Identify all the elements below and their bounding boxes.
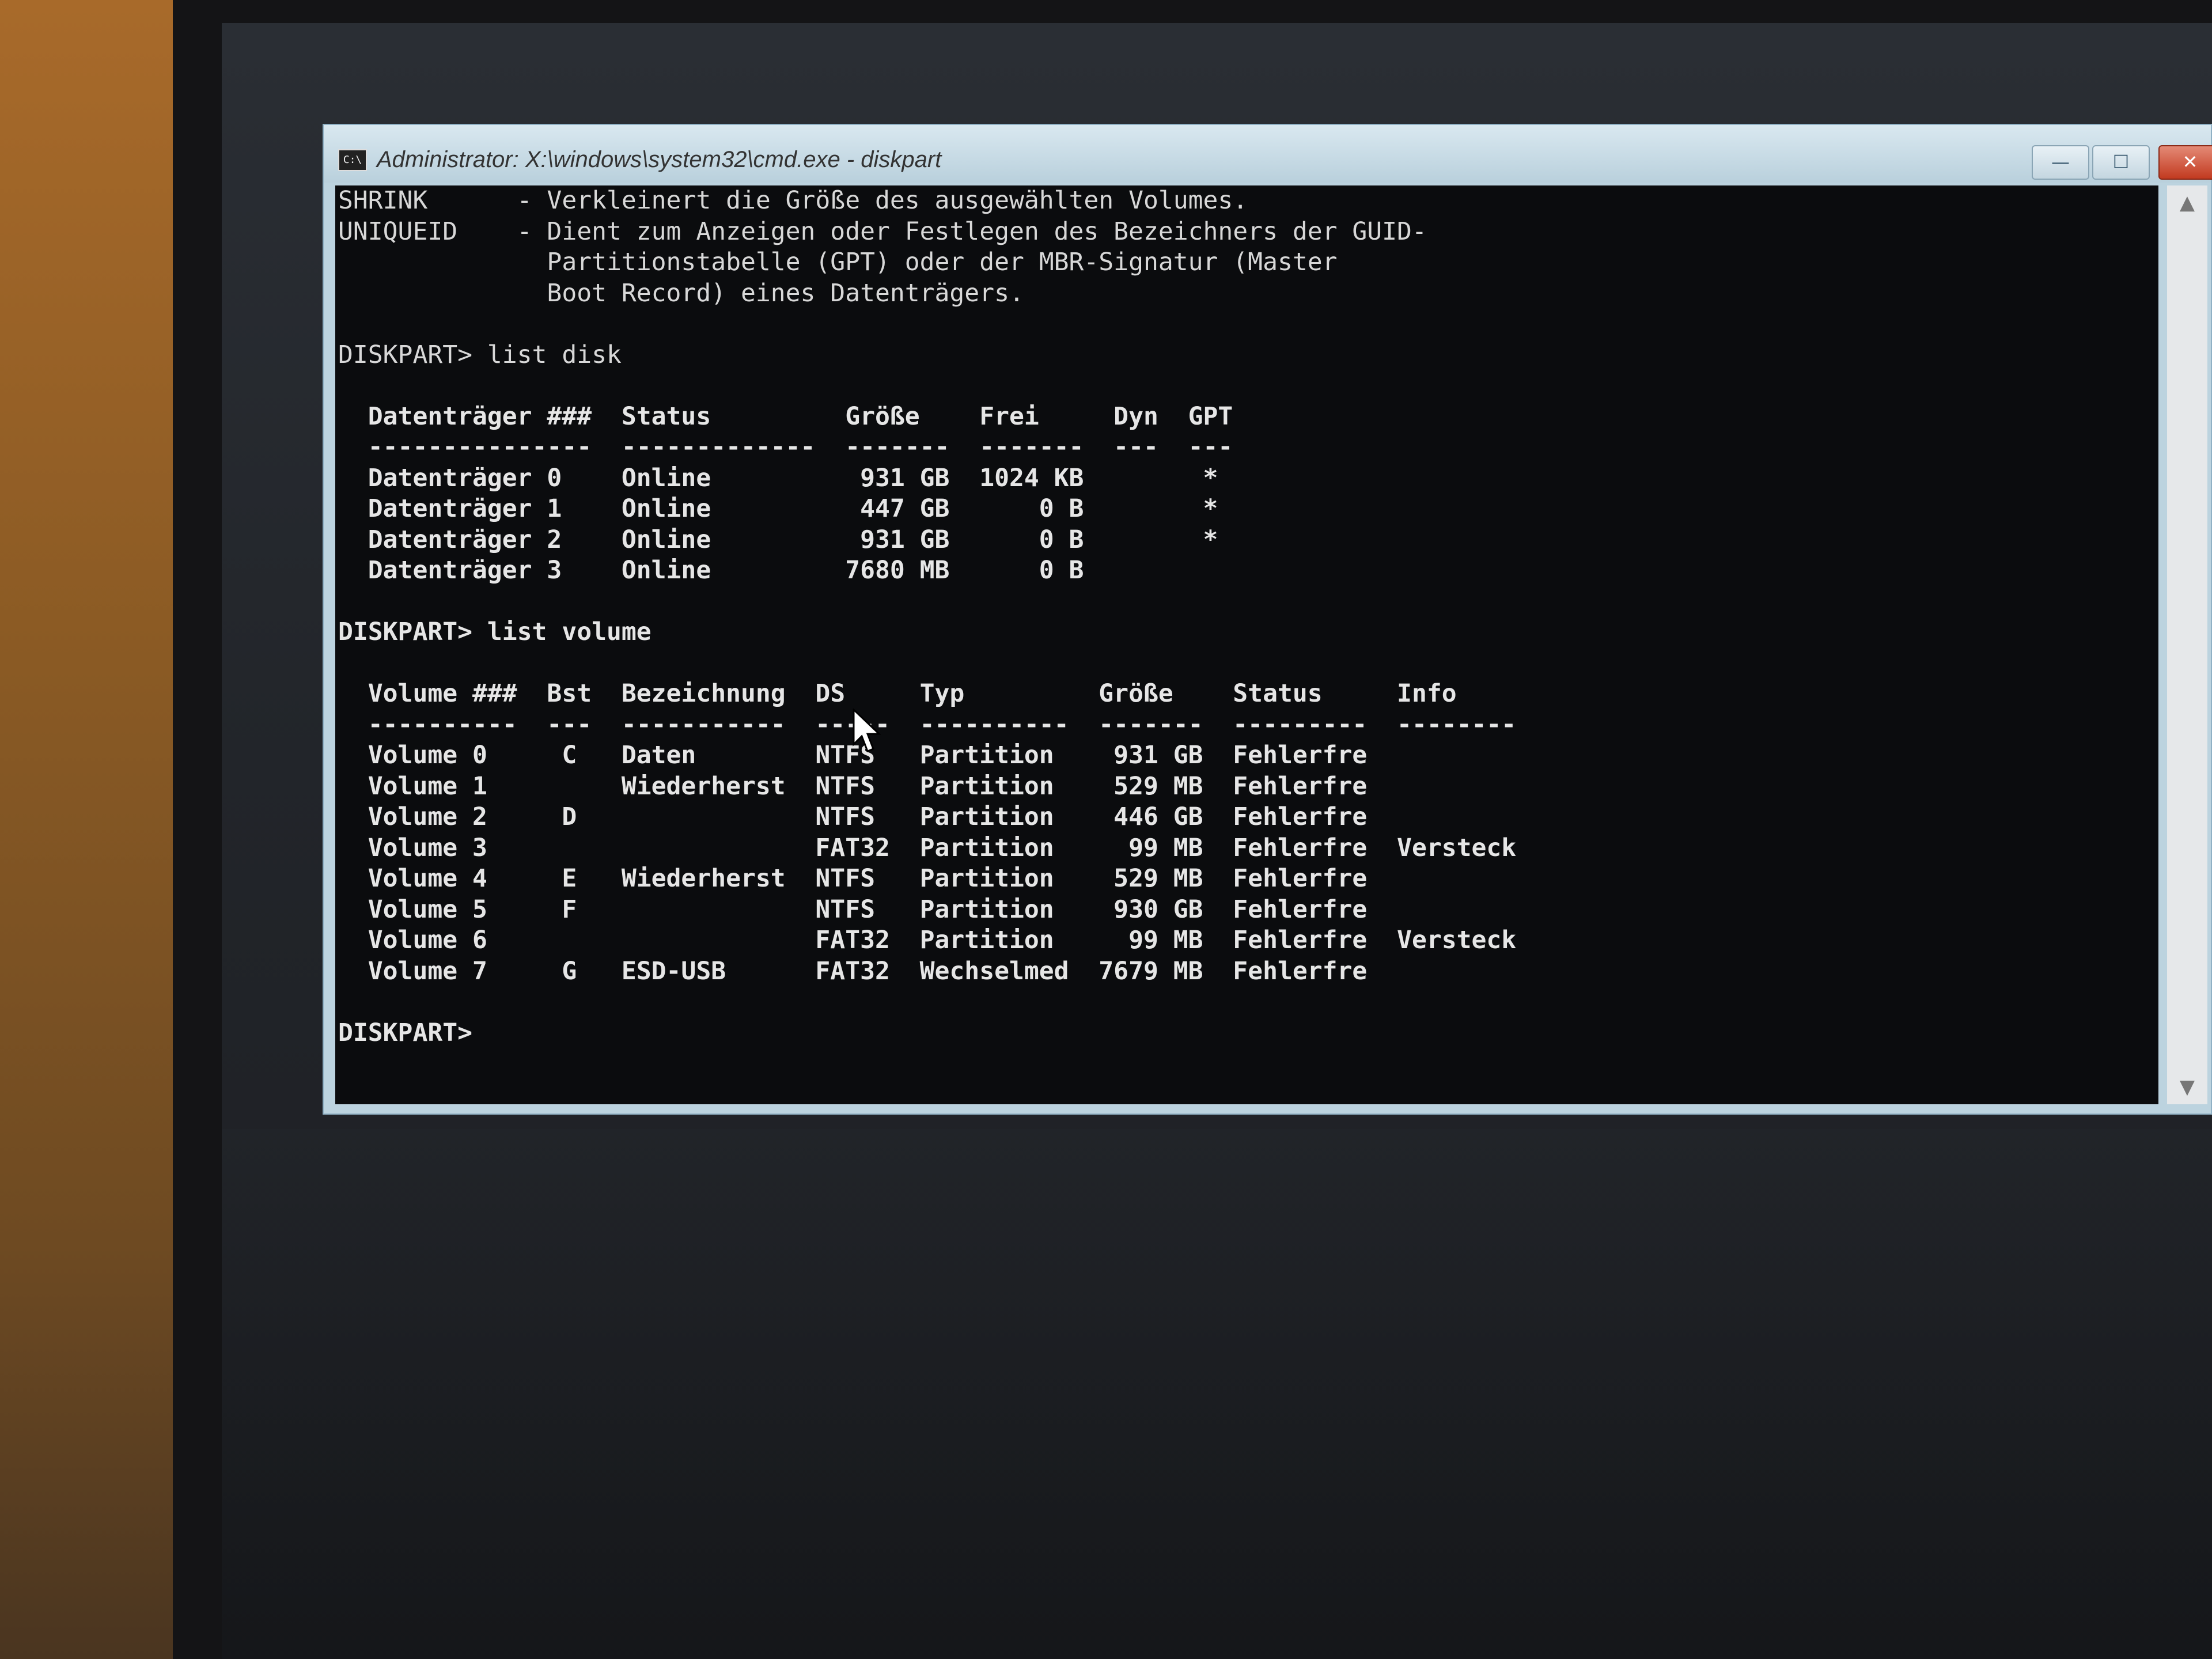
desktop-lower-area xyxy=(222,1129,2212,1659)
volume-table-row: Volume 6 FAT32 Partition 99 MB Fehlerfre… xyxy=(338,926,1517,955)
command-prompt[interactable]: DISKPART> xyxy=(338,1018,472,1047)
volume-table-row: Volume 2 D NTFS Partition 446 GB Fehlerf… xyxy=(338,802,1368,831)
minimize-button[interactable]: — xyxy=(2032,145,2089,180)
volume-table-row: Volume 5 F NTFS Partition 930 GB Fehlerf… xyxy=(338,895,1368,924)
help-line: SHRINK - Verkleinert die Größe des ausge… xyxy=(338,186,1248,215)
window-title: Administrator: X:\windows\system32\cmd.e… xyxy=(377,147,942,172)
volume-table-row: Volume 4 E Wiederherst NTFS Partition 52… xyxy=(338,864,1368,893)
close-button[interactable]: ✕ xyxy=(2158,145,2212,180)
title-bar[interactable]: C:\ Administrator: X:\windows\system32\c… xyxy=(324,125,2212,183)
volume-table-row: Volume 7 G ESD-USB FAT32 Wechselmed 7679… xyxy=(338,956,1368,986)
vertical-scrollbar[interactable]: ▲ ▼ xyxy=(2167,185,2207,1104)
disk-table-row: Datenträger 1 Online 447 GB 0 B * xyxy=(338,494,1218,523)
console-text: SHRINK - Verkleinert die Größe des ausge… xyxy=(335,185,1516,1048)
maximize-button[interactable]: ☐ xyxy=(2092,145,2150,180)
disk-table-row: Datenträger 3 Online 7680 MB 0 B xyxy=(338,556,1084,585)
volume-table-row: Volume 3 FAT32 Partition 99 MB Fehlerfre… xyxy=(338,833,1517,862)
console-area[interactable]: SHRINK - Verkleinert die Größe des ausge… xyxy=(335,185,2158,1104)
scroll-up-icon[interactable]: ▲ xyxy=(2167,185,2207,220)
scroll-down-icon[interactable]: ▼ xyxy=(2167,1070,2207,1104)
disk-table-row: Datenträger 2 Online 931 GB 0 B * xyxy=(338,525,1218,554)
command-list-disk: DISKPART> list disk xyxy=(338,340,622,369)
volume-table-header: Volume ### Bst Bezeichnung DS Typ Größe … xyxy=(338,679,1457,708)
background-wall xyxy=(0,0,190,1659)
disk-table-row: Datenträger 0 Online 931 GB 1024 KB * xyxy=(338,463,1218,493)
help-line: Boot Record) eines Datenträgers. xyxy=(338,278,1024,308)
help-line: Partitionstabelle (GPT) oder der MBR-Sig… xyxy=(338,248,1338,276)
cmd-window[interactable]: C:\ Administrator: X:\windows\system32\c… xyxy=(323,124,2212,1115)
disk-table-separator: --------------- ------------- ------- --… xyxy=(338,433,1233,461)
cmd-icon[interactable]: C:\ xyxy=(338,149,367,171)
volume-table-row: Volume 1 Wiederherst NTFS Partition 529 … xyxy=(338,771,1368,801)
command-list-volume: DISKPART> list volume xyxy=(338,618,652,646)
volume-table-separator: ---------- --- ----------- ----- -------… xyxy=(338,710,1517,739)
help-line: UNIQUEID - Dient zum Anzeigen oder Festl… xyxy=(338,217,1427,246)
disk-table-header: Datenträger ### Status Größe Frei Dyn GP… xyxy=(338,402,1233,431)
